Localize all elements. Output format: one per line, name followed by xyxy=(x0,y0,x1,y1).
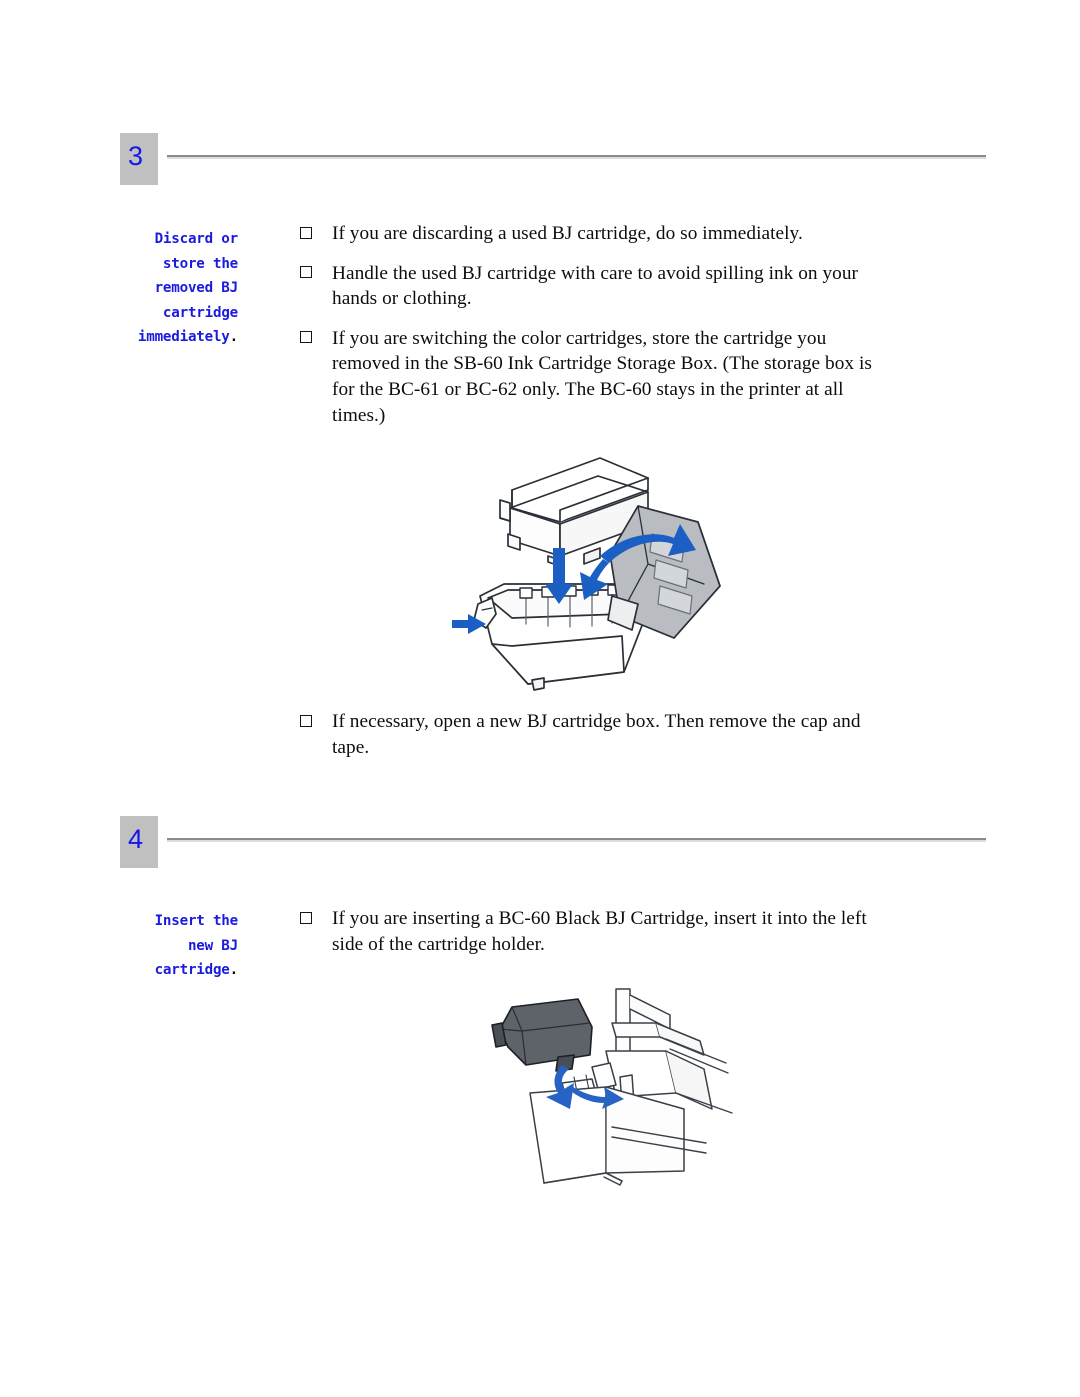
checkbox-bullet-icon xyxy=(300,266,312,279)
bullet-text: If you are switching the color cartridge… xyxy=(332,327,872,426)
bullet-text: If you are discarding a used BJ cartridg… xyxy=(332,223,803,244)
step-3-rule xyxy=(167,155,986,159)
bullet-item: If necessary, open a new BJ cartridge bo… xyxy=(296,709,896,760)
step-4-side-label: Insert the new BJ cartridge. xyxy=(112,909,239,983)
side-label-period: . xyxy=(229,962,239,978)
side-label-line-last: cartridge. xyxy=(112,958,239,983)
bullet-item: If you are discarding a used BJ cartridg… xyxy=(296,221,896,247)
manual-page: 3 Discard or store the removed BJ cartri… xyxy=(0,0,1080,1397)
bullet-item: If you are switching the color cartridge… xyxy=(296,326,896,428)
bullet-text: If necessary, open a new BJ cartridge bo… xyxy=(332,711,861,758)
checkbox-bullet-icon xyxy=(300,714,312,727)
step-4-bullet-list: If you are inserting a BC-60 Black BJ Ca… xyxy=(296,906,896,957)
checkbox-bullet-icon xyxy=(300,226,312,239)
side-label-line: Discard or xyxy=(154,231,239,247)
step-3-post-figure-bullets: If necessary, open a new BJ cartridge bo… xyxy=(296,709,896,760)
cartridge-storage-box-illustration xyxy=(452,438,752,706)
step-4-number-badge: 4 xyxy=(120,816,158,868)
side-label-line-last: immediately. xyxy=(112,325,238,350)
side-label-text: immediately xyxy=(137,329,230,345)
bullet-text: Handle the used BJ cartridge with care t… xyxy=(332,262,859,310)
side-label-period: . xyxy=(229,329,239,345)
side-label-line: removed BJ xyxy=(154,280,239,296)
side-label-line: Insert the xyxy=(154,913,239,929)
checkbox-bullet-icon xyxy=(300,331,312,344)
side-label-text: cartridge xyxy=(154,962,230,978)
step-3-number-badge: 3 xyxy=(120,133,158,185)
step-3-bullet-list: If you are discarding a used BJ cartridg… xyxy=(296,221,896,428)
step-3-side-label: Discard or store the removed BJ cartridg… xyxy=(112,227,238,350)
cartridge-insertion-illustration xyxy=(470,985,770,1275)
step-4-header: 4 xyxy=(120,816,986,868)
bullet-text: If you are inserting a BC-60 Black BJ Ca… xyxy=(332,908,867,955)
side-label-line: store the xyxy=(162,255,238,272)
checkbox-bullet-icon xyxy=(300,911,312,924)
step-3-header: 3 xyxy=(120,133,986,185)
step-4-rule xyxy=(167,838,986,842)
bullet-item: Handle the used BJ cartridge with care t… xyxy=(296,261,896,312)
side-label-line: cartridge xyxy=(162,304,238,321)
side-label-line: new BJ xyxy=(187,937,238,954)
bullet-item: If you are inserting a BC-60 Black BJ Ca… xyxy=(296,906,896,957)
